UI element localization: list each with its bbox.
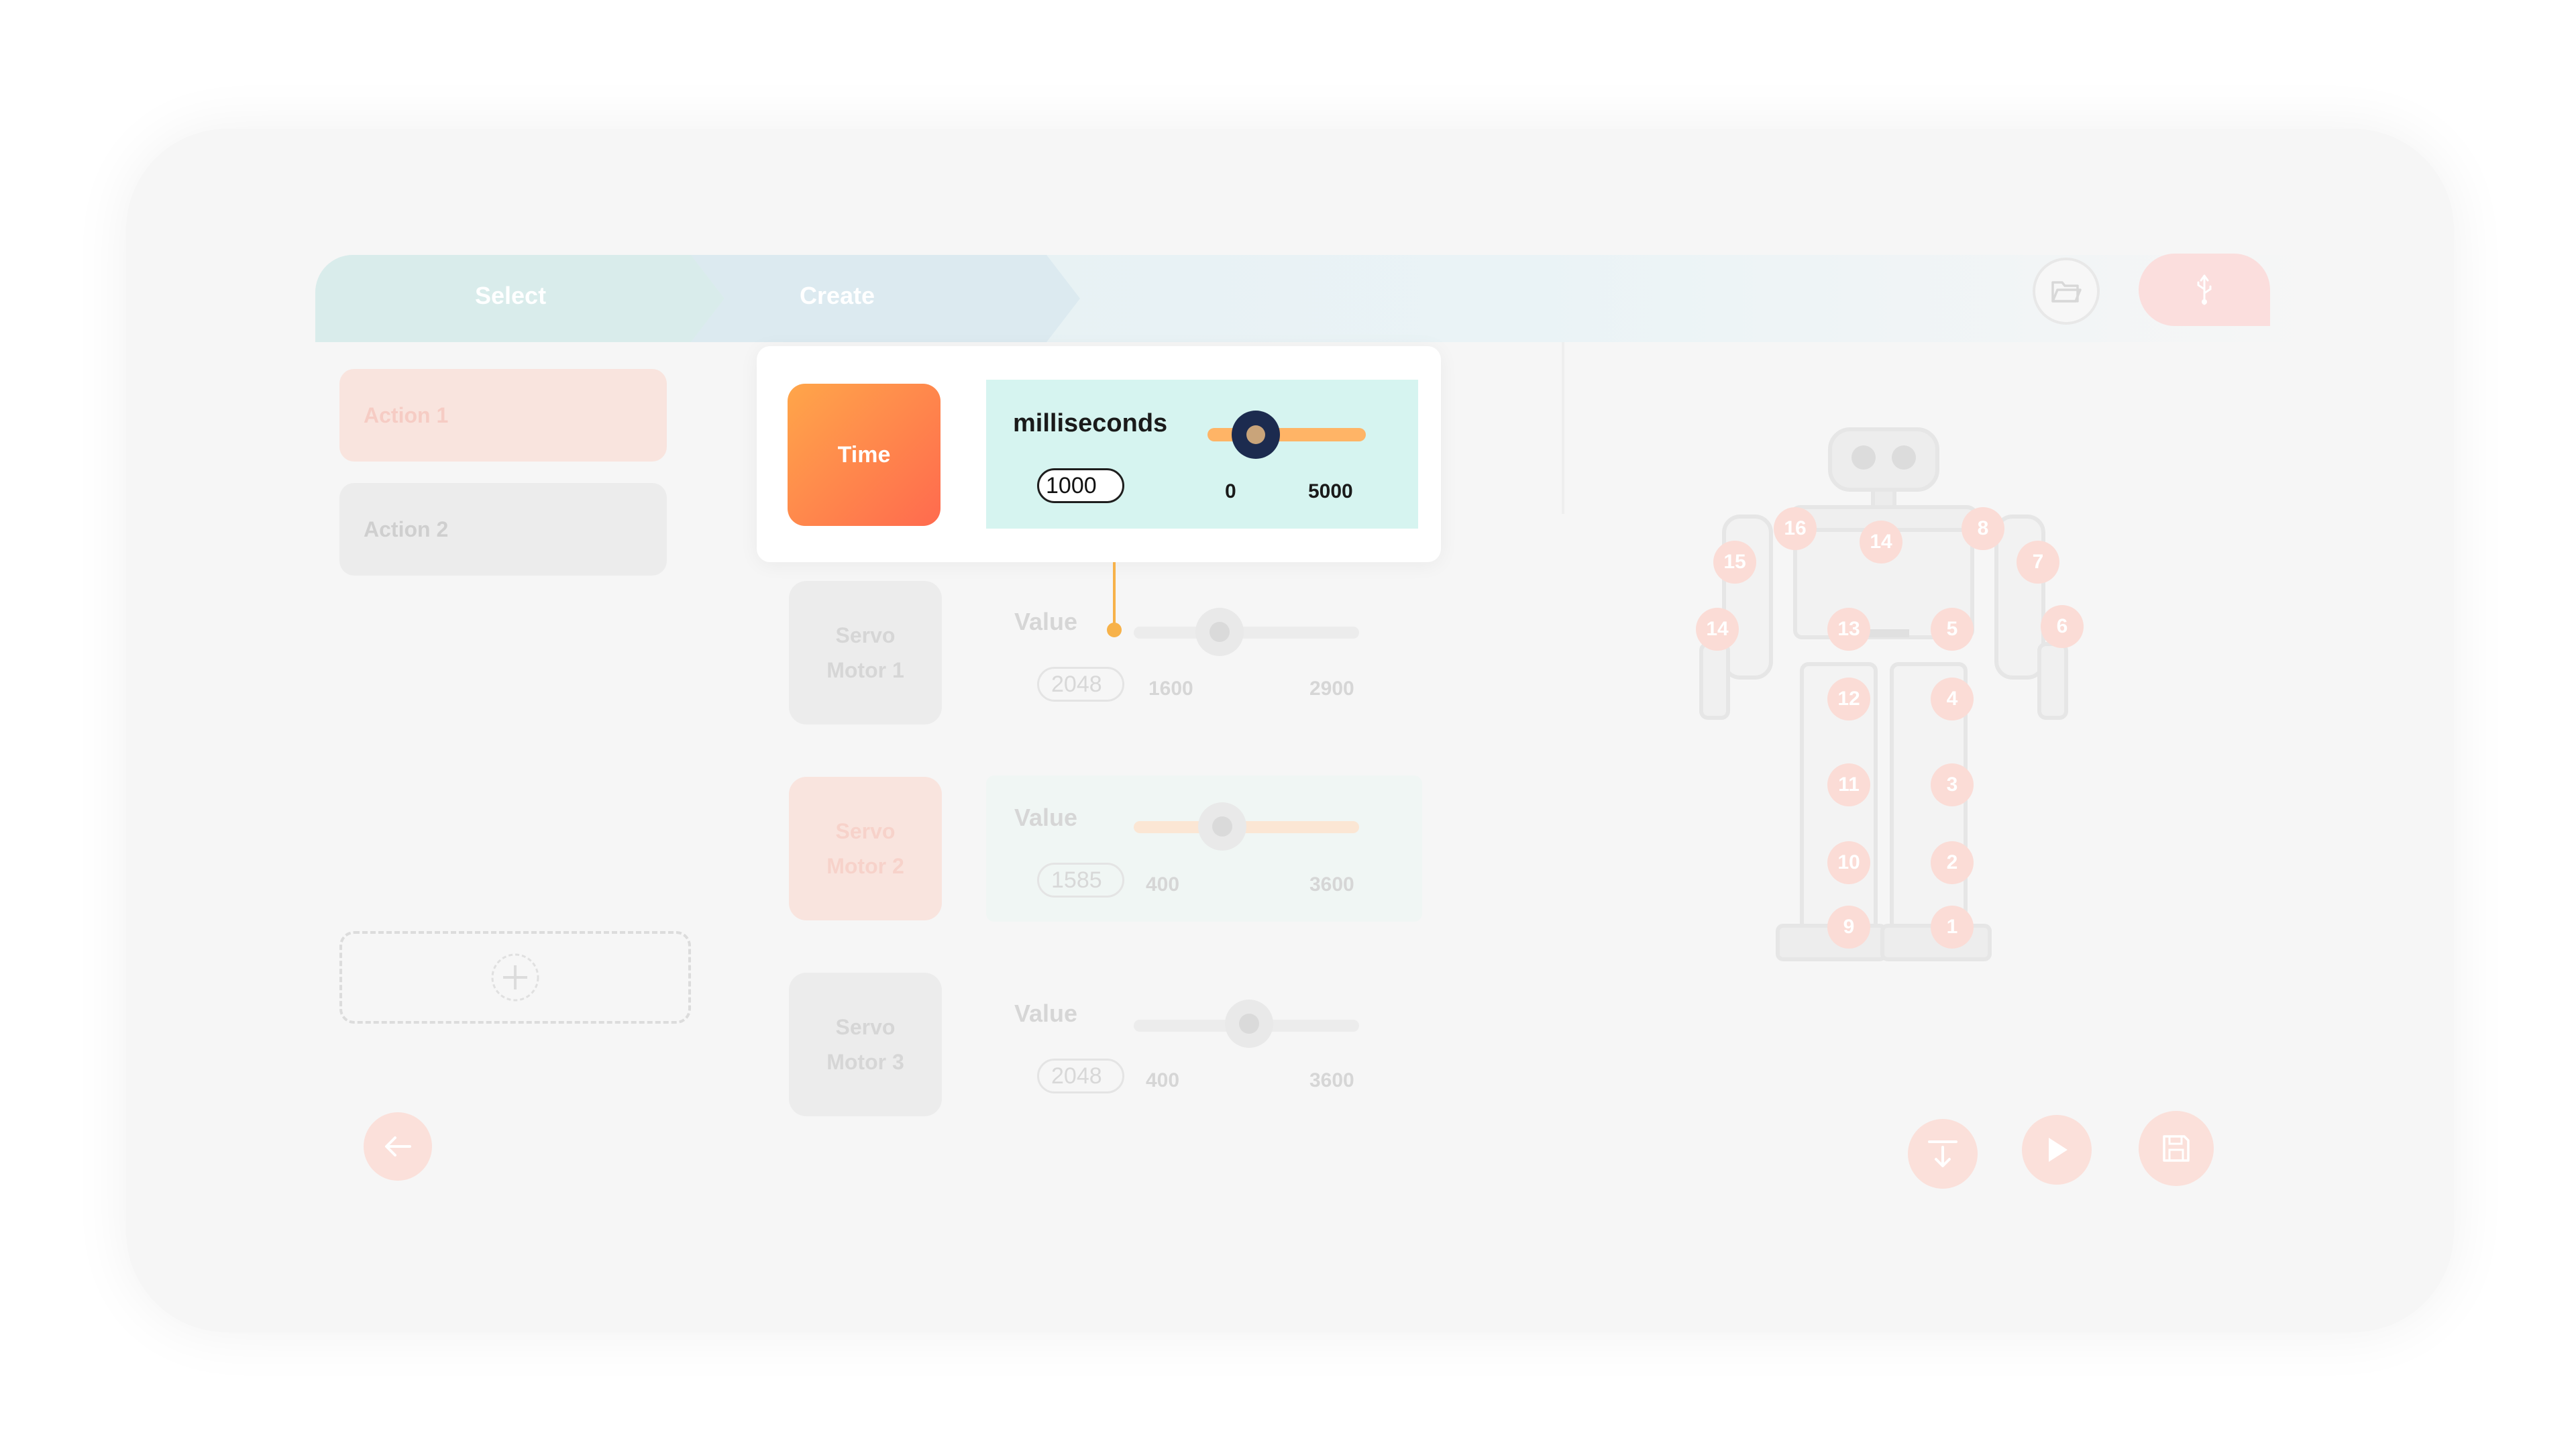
servo-2-slider-knob[interactable] xyxy=(1198,802,1246,851)
robot-servo-15[interactable]: 15 xyxy=(1713,541,1756,584)
time-value-input[interactable]: 1000 xyxy=(1037,468,1124,503)
tab-arrows: Select Create xyxy=(315,255,1080,342)
robot-servo-14[interactable]: 14 xyxy=(1696,608,1739,651)
robot-servo-9[interactable]: 9 xyxy=(1827,906,1870,949)
servo-1-max: 2900 xyxy=(1309,678,1354,700)
robot-servo-16[interactable]: 16 xyxy=(1774,507,1817,550)
servo-1-value-input[interactable]: 2048 xyxy=(1037,667,1124,702)
servo-2-value-input[interactable]: 1585 xyxy=(1037,863,1124,898)
save-icon xyxy=(2163,1135,2190,1162)
robot-servo-1[interactable]: 1 xyxy=(1931,906,1974,949)
servo-motor-3-tile[interactable]: Servo Motor 3 xyxy=(789,973,942,1116)
action-label: Action 2 xyxy=(364,517,449,541)
servo-2-value-label: Value xyxy=(1014,804,1078,831)
plus-circle-icon xyxy=(491,953,539,1002)
servo-2-panel xyxy=(986,775,1422,922)
robot-servo-7[interactable]: 7 xyxy=(2017,541,2059,584)
servo-1-min: 1600 xyxy=(1148,678,1193,700)
time-min: 0 xyxy=(1225,480,1236,502)
servo-motor-1-tile[interactable]: Servo Motor 1 xyxy=(789,581,942,724)
servo-2-min: 400 xyxy=(1146,873,1180,896)
servo-motor-2-tile[interactable]: Servo Motor 2 xyxy=(789,777,942,920)
robot-servo-3[interactable]: 3 xyxy=(1931,763,1974,806)
download-icon xyxy=(1928,1140,1957,1167)
tutorial-connector-dot xyxy=(1107,623,1122,637)
time-slider-knob[interactable] xyxy=(1232,411,1280,459)
robot-servo-11[interactable]: 11 xyxy=(1827,763,1870,806)
open-folder-button[interactable] xyxy=(2033,258,2100,325)
play-button[interactable] xyxy=(2022,1115,2092,1185)
tab-select[interactable]: Select xyxy=(475,282,546,310)
arrow-left-icon xyxy=(385,1136,411,1157)
time-tile[interactable]: Time xyxy=(788,384,941,526)
folder-icon xyxy=(2051,281,2082,303)
save-button[interactable] xyxy=(2139,1111,2214,1186)
servo-1-slider-track[interactable] xyxy=(1134,627,1359,639)
action-item-1[interactable]: Action 1 xyxy=(339,369,667,462)
robot-servo-10[interactable]: 10 xyxy=(1827,841,1870,884)
usb-icon xyxy=(2197,274,2212,305)
servo-1-slider-knob[interactable] xyxy=(1195,608,1244,656)
robot-servo-2[interactable]: 2 xyxy=(1931,841,1974,884)
robot-servo-4[interactable]: 4 xyxy=(1931,678,1974,720)
play-icon xyxy=(2049,1138,2068,1162)
tab-create[interactable]: Create xyxy=(800,282,875,310)
robot-body-illustration xyxy=(1699,427,2068,961)
time-panel: milliseconds 1000 0 5000 xyxy=(986,380,1418,529)
time-unit-label: milliseconds xyxy=(1013,409,1168,437)
tutorial-connector-line xyxy=(1113,562,1116,629)
robot-servo-5[interactable]: 5 xyxy=(1931,608,1974,651)
robot-servo-8[interactable]: 8 xyxy=(1962,507,2004,550)
servo-3-max: 3600 xyxy=(1309,1069,1354,1091)
back-button[interactable] xyxy=(364,1112,432,1181)
robot-servo-12[interactable]: 12 xyxy=(1827,678,1870,720)
usb-connect-button[interactable] xyxy=(2139,254,2270,326)
servo-2-max: 3600 xyxy=(1309,873,1354,896)
robot-servo-13[interactable]: 13 xyxy=(1827,608,1870,651)
servo-2-slider-track[interactable] xyxy=(1134,821,1359,833)
servo-1-value-label: Value xyxy=(1014,608,1078,635)
servo-3-value-label: Value xyxy=(1014,1000,1078,1027)
servo-3-value-input[interactable]: 2048 xyxy=(1037,1059,1124,1093)
servo-3-min: 400 xyxy=(1146,1069,1180,1091)
robot-servo-14-neck[interactable]: 14 xyxy=(1860,521,1902,564)
time-max: 5000 xyxy=(1308,480,1353,502)
download-button[interactable] xyxy=(1908,1119,1978,1189)
action-item-2[interactable]: Action 2 xyxy=(339,483,667,576)
add-action-button[interactable] xyxy=(339,931,691,1024)
panel-divider xyxy=(1562,342,1564,514)
robot-figure: 16 14 8 15 7 14 13 5 6 12 4 11 3 10 2 9 … xyxy=(1677,416,2084,969)
robot-servo-6[interactable]: 6 xyxy=(2041,605,2084,648)
action-label: Action 1 xyxy=(364,402,449,427)
servo-3-slider-knob[interactable] xyxy=(1225,1000,1273,1048)
